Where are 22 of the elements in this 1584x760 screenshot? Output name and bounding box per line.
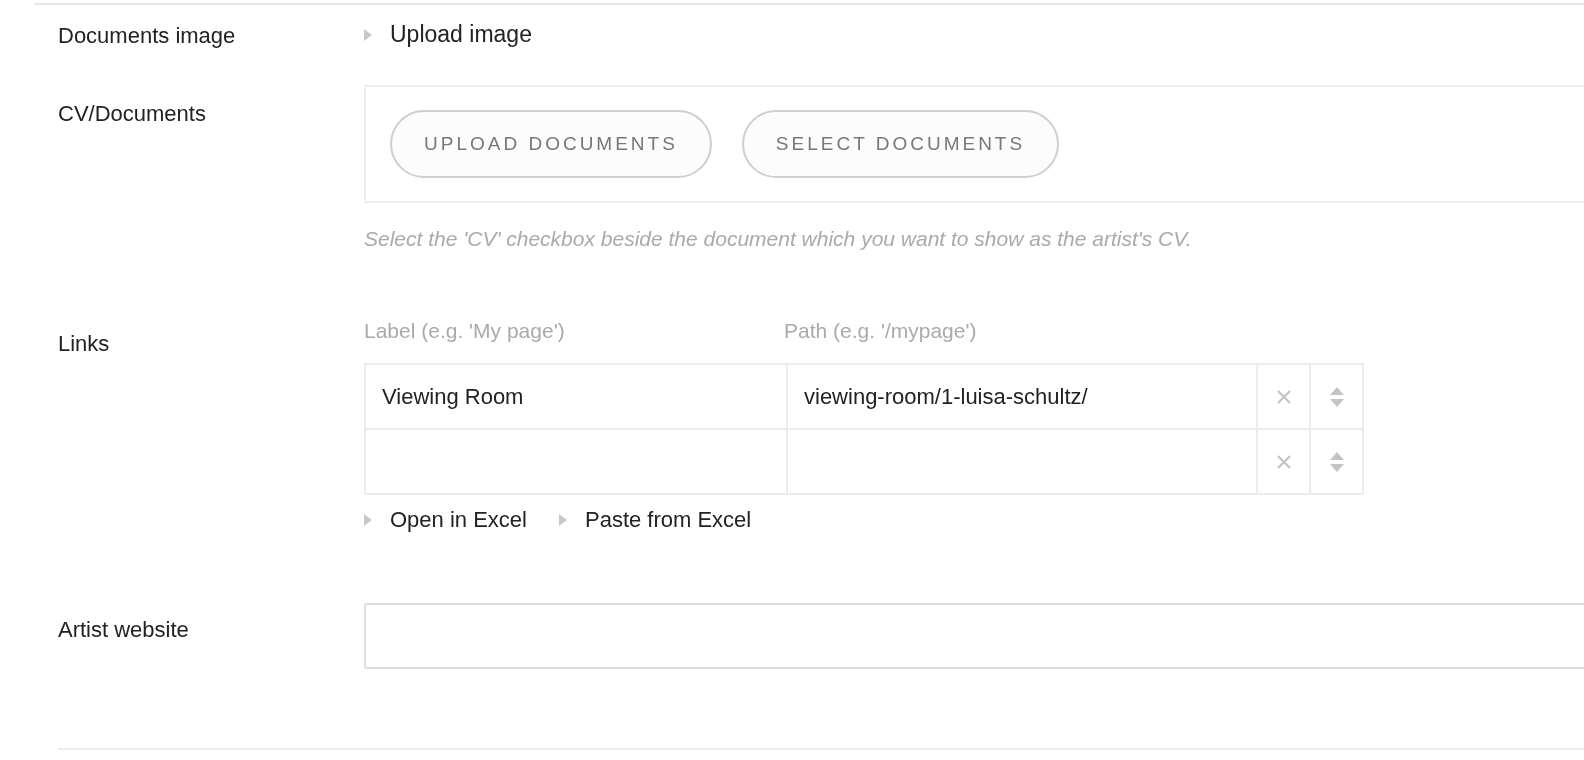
field-label: Artist website [58, 616, 190, 644]
field-label: Documents image [58, 22, 237, 50]
excel-link[interactable]: Paste from Excel [558, 507, 752, 533]
label-input[interactable]: Viewing Room [366, 365, 786, 428]
field-label: Links [58, 330, 111, 358]
close-icon [1275, 453, 1292, 470]
caret-icon [558, 514, 567, 526]
sort-icon [1328, 385, 1345, 408]
documents-button[interactable]: SELECT DOCUMENTS [741, 110, 1060, 178]
close-icon [1275, 388, 1292, 405]
help-text: Select the 'CV' checkbox beside the document which you want to show as the artist's CV. [364, 227, 1193, 251]
field-label: CV/Documents [58, 100, 207, 128]
excel-link[interactable]: Open in Excel [364, 507, 527, 533]
website-input[interactable] [364, 603, 1584, 669]
upload-image-link[interactable]: Upload image [364, 21, 532, 48]
column-header: Label (e.g. 'My page') [364, 319, 566, 344]
caret-icon [364, 28, 372, 41]
sort-icon [1328, 450, 1345, 473]
documents-button[interactable]: UPLOAD DOCUMENTS [390, 110, 712, 178]
column-header: Path (e.g. '/mypage') [784, 319, 977, 344]
path-input[interactable]: viewing-room/1-luisa-schultz/ [786, 365, 1256, 428]
caret-icon [364, 514, 372, 526]
